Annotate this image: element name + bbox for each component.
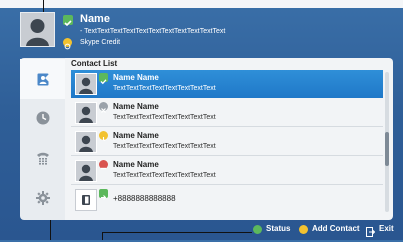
exit-button[interactable]: Exit bbox=[379, 224, 394, 233]
contact-row[interactable]: Name Name TextTextTextTextTextTextTextTe… bbox=[71, 70, 383, 98]
status-button[interactable]: Status bbox=[266, 224, 290, 233]
history-clock-icon bbox=[36, 111, 49, 125]
dialpad-icon bbox=[36, 152, 49, 165]
sidebar-selection-pointer bbox=[45, 72, 51, 84]
profile-avatar[interactable] bbox=[20, 12, 55, 47]
profile-mood-text: - TextTextTextTextTextTextTextTextTextTe… bbox=[80, 28, 226, 35]
contact-list-panel: Contact List Name Name TextTextTextTextT… bbox=[65, 58, 393, 220]
contact-row[interactable]: Name Name TextTextTextTextTextTextTextTe… bbox=[71, 128, 383, 156]
phone-avatar bbox=[75, 189, 97, 211]
contact-avatar bbox=[75, 73, 97, 95]
contact-row[interactable]: Name Name TextTextTextTextTextTextTextTe… bbox=[71, 99, 383, 127]
contact-row[interactable]: Name Name TextTextTextTextTextTextTextTe… bbox=[71, 157, 383, 185]
add-contact-icon[interactable] bbox=[299, 225, 308, 234]
skype-credit-label[interactable]: Skype Credit bbox=[80, 39, 120, 46]
contact-mood: TextTextTextTextTextTextTextText bbox=[113, 143, 216, 150]
contact-list: Name Name TextTextTextTextTextTextTextTe… bbox=[71, 70, 383, 215]
phone-contact-row[interactable]: +8888888888888 bbox=[71, 186, 383, 214]
person-silhouette-icon bbox=[21, 13, 54, 46]
contact-name: Name Name bbox=[113, 160, 159, 169]
phone-icon bbox=[82, 195, 90, 205]
contact-mood: TextTextTextTextTextTextTextText bbox=[113, 114, 216, 121]
away-status-icon bbox=[99, 131, 108, 142]
phone-number: +8888888888888 bbox=[113, 194, 176, 203]
do-not-disturb-status-icon bbox=[99, 160, 108, 170]
contact-avatar bbox=[75, 102, 97, 124]
profile-name: Name bbox=[80, 13, 110, 25]
online-status-icon[interactable] bbox=[63, 15, 73, 27]
sidebar bbox=[20, 58, 65, 220]
add-contact-button[interactable]: Add Contact bbox=[312, 224, 360, 233]
status-icon[interactable] bbox=[253, 225, 262, 234]
callout-line-top bbox=[43, 0, 44, 12]
contact-list-scrollbar[interactable] bbox=[385, 72, 389, 212]
contact-avatar bbox=[75, 131, 97, 153]
person-silhouette-icon bbox=[76, 74, 96, 94]
contact-mood: TextTextTextTextTextTextTextText bbox=[113, 172, 216, 179]
credit-icon bbox=[63, 38, 72, 50]
bottom-bar: Status Add Contact Exit bbox=[0, 220, 403, 240]
offline-status-icon bbox=[99, 102, 108, 113]
sidebar-item-contacts[interactable] bbox=[20, 59, 65, 99]
top-strip bbox=[0, 0, 403, 8]
exit-icon[interactable] bbox=[366, 224, 376, 237]
sidebar-item-settings[interactable] bbox=[20, 178, 65, 218]
contact-list-title: Contact List bbox=[71, 59, 118, 68]
contact-name: Name Name bbox=[113, 73, 159, 82]
person-silhouette-icon bbox=[76, 103, 96, 123]
contact-name: Name Name bbox=[113, 102, 159, 111]
phone-status-icon bbox=[99, 189, 108, 200]
settings-gear-icon bbox=[35, 191, 50, 205]
sidebar-item-history[interactable] bbox=[20, 98, 65, 138]
online-status-icon bbox=[99, 73, 108, 85]
person-silhouette-icon bbox=[76, 161, 96, 181]
contact-name: Name Name bbox=[113, 131, 159, 140]
person-silhouette-icon bbox=[76, 132, 96, 152]
sidebar-item-dialpad[interactable] bbox=[20, 138, 65, 178]
scrollbar-thumb[interactable] bbox=[385, 132, 389, 166]
contact-avatar bbox=[75, 160, 97, 182]
contact-mood: TextTextTextTextTextTextTextText bbox=[113, 85, 216, 92]
